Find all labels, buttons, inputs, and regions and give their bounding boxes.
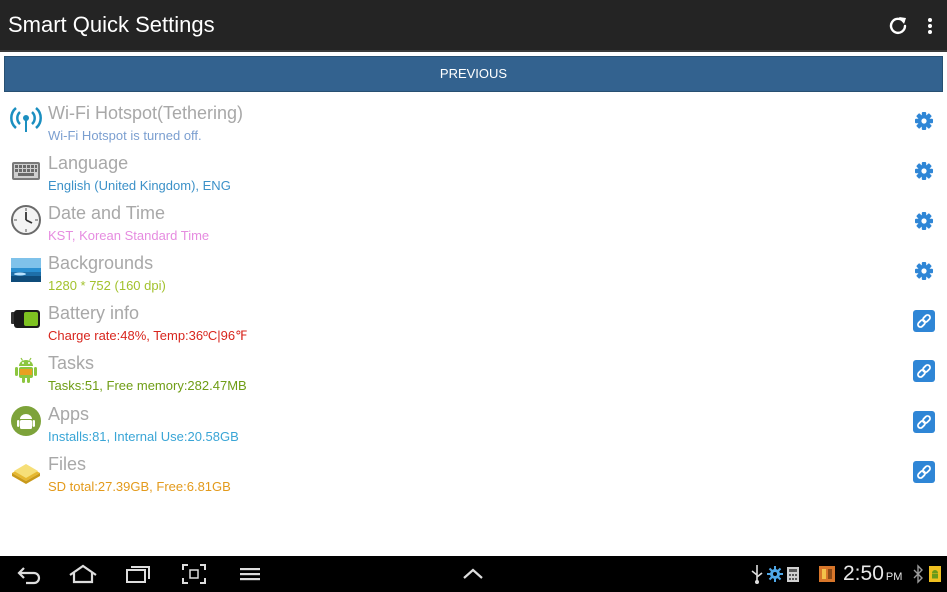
status-clock: 2:50 PM <box>843 562 902 586</box>
item-subtitle: KST, Korean Standard Time <box>48 228 210 243</box>
more-vert-icon[interactable] <box>920 15 940 37</box>
clock-ampm: PM <box>885 571 903 583</box>
calculator-icon <box>787 567 799 582</box>
list-item-backgrounds[interactable]: Backgrounds 1280 * 752 (160 dpi) <box>0 246 947 296</box>
gear-icon[interactable] <box>913 260 935 282</box>
keyboard-icon <box>12 162 40 180</box>
gear-icon[interactable] <box>913 160 935 182</box>
refresh-icon[interactable] <box>888 15 908 35</box>
item-title: Language <box>48 153 129 173</box>
app-notification-icon <box>819 566 835 582</box>
wallpaper-icon <box>11 258 41 282</box>
previous-button[interactable]: PREVIOUS <box>4 56 943 92</box>
folder-icon <box>12 464 40 484</box>
item-subtitle: 1280 * 752 (160 dpi) <box>48 278 166 293</box>
gear-notification-icon <box>767 566 783 582</box>
chevron-up-icon[interactable] <box>461 563 485 585</box>
clock-icon <box>11 205 41 235</box>
list-item-battery-info[interactable]: Battery info Charge rate:48%, Temp:36ºC|… <box>0 296 947 346</box>
item-title: Files <box>48 454 87 474</box>
item-title: Battery info <box>48 303 140 323</box>
wifi-hotspot-icon <box>10 107 42 132</box>
item-title: Tasks <box>48 353 95 373</box>
link-icon[interactable] <box>913 310 935 332</box>
list-item-apps[interactable]: Apps Installs:81, Internal Use:20.58GB <box>0 397 947 447</box>
item-subtitle: Tasks:51, Free memory:282.47MB <box>48 378 247 393</box>
android-robot-icon <box>15 357 37 383</box>
screenshot-icon[interactable] <box>181 563 207 585</box>
item-subtitle: SD total:27.39GB, Free:6.81GB <box>48 479 231 494</box>
item-title: Date and Time <box>48 203 166 223</box>
battery-icon <box>11 310 40 328</box>
home-icon[interactable] <box>68 563 98 585</box>
usb-icon <box>751 565 763 584</box>
link-icon[interactable] <box>913 461 935 483</box>
list-item-wifi-hotspot[interactable]: Wi-Fi Hotspot(Tethering) Wi-Fi Hotspot i… <box>0 96 947 146</box>
back-icon[interactable] <box>16 563 42 585</box>
action-bar: Smart Quick Settings <box>0 0 947 52</box>
recent-apps-icon[interactable] <box>124 563 152 585</box>
link-icon[interactable] <box>913 411 935 433</box>
item-title: Apps <box>48 404 90 424</box>
system-navbar: 2:50 PM <box>0 556 947 592</box>
item-subtitle: Installs:81, Internal Use:20.58GB <box>48 429 239 444</box>
item-subtitle: Charge rate:48%, Temp:36ºC|96℉ <box>48 328 248 343</box>
link-icon[interactable] <box>913 360 935 382</box>
app-title: Smart Quick Settings <box>8 12 215 37</box>
menu-icon[interactable] <box>238 563 262 585</box>
list-item-files[interactable]: Files SD total:27.39GB, Free:6.81GB <box>0 447 947 497</box>
gear-icon[interactable] <box>913 210 935 232</box>
item-title: Backgrounds <box>48 253 154 273</box>
list-item-date-time[interactable]: Date and Time KST, Korean Standard Time <box>0 196 947 246</box>
item-subtitle: Wi-Fi Hotspot is turned off. <box>48 128 202 143</box>
list-item-language[interactable]: Language English (United Kingdom), ENG <box>0 146 947 196</box>
gear-icon[interactable] <box>913 110 935 132</box>
clock-time: 2:50 <box>843 562 884 585</box>
android-apps-icon <box>11 406 41 436</box>
item-subtitle: English (United Kingdom), ENG <box>48 178 231 193</box>
item-title: Wi-Fi Hotspot(Tethering) <box>48 103 244 123</box>
android-notification-icon <box>929 566 941 582</box>
bluetooth-icon <box>913 564 923 584</box>
list-item-tasks[interactable]: Tasks Tasks:51, Free memory:282.47MB <box>0 346 947 396</box>
